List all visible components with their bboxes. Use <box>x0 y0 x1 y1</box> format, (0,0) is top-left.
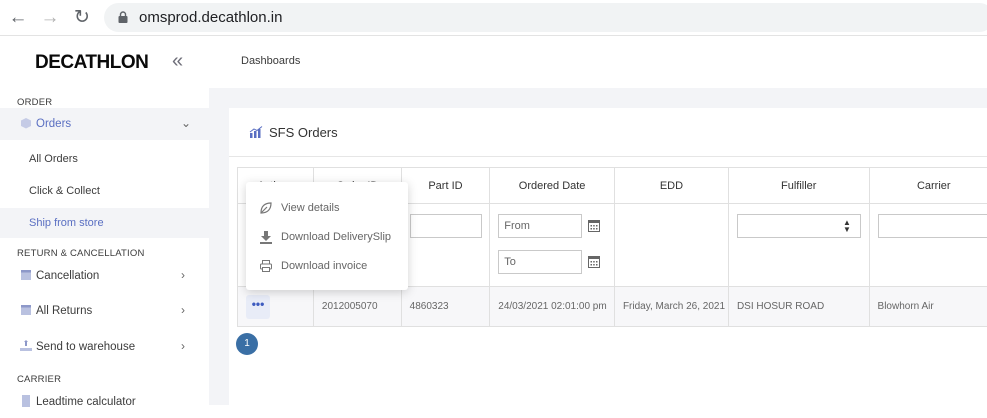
sidebar-item-label: Cancellation <box>36 270 99 282</box>
fulfiller-cell: DSI HOSUR ROAD <box>728 287 869 327</box>
collapse-sidebar-icon[interactable]: « <box>172 50 183 73</box>
table-row: ••• 2012005070 4860323 24/03/2021 02:01:… <box>238 287 987 327</box>
box-icon <box>20 117 32 129</box>
section-label-carrier: CARRIER <box>17 374 61 385</box>
top-header: Dashboards <box>209 36 987 88</box>
decathlon-logo[interactable]: DECATHLON <box>35 52 148 74</box>
col-header-edd[interactable]: EDD <box>614 168 728 204</box>
menu-item-download-invoice[interactable]: Download invoice <box>246 252 408 280</box>
download-icon <box>259 230 273 244</box>
ordered-date-cell: 24/03/2021 02:01:00 pm <box>490 287 615 327</box>
sidebar-item-label: Send to warehouse <box>36 341 135 353</box>
sidebar-item-all-returns[interactable]: All Returns › <box>0 295 209 327</box>
section-label-order: ORDER <box>17 97 52 108</box>
order-id-cell: 2012005070 <box>313 287 401 327</box>
edd-cell: Friday, March 26, 2021 <box>614 287 728 327</box>
chevron-down-icon: ⌄ <box>181 116 191 130</box>
sidebar: DECATHLON « ORDER Orders ⌄ All Orders Cl… <box>0 36 209 405</box>
chevron-right-icon: › <box>181 339 185 353</box>
sidebar-subitem-label: Click & Collect <box>29 185 100 197</box>
row-actions-button[interactable]: ••• <box>246 295 270 319</box>
row-actions-menu: View details Download DeliverySlip Downl… <box>246 182 408 290</box>
forward-icon[interactable]: → <box>40 8 60 28</box>
page-1-button[interactable]: 1 <box>236 333 258 355</box>
breadcrumb[interactable]: Dashboards <box>241 55 300 67</box>
col-header-part-id[interactable]: Part ID <box>401 168 490 204</box>
card-title: SFS Orders <box>249 125 338 140</box>
col-header-ordered-date[interactable]: Ordered Date <box>490 168 615 204</box>
warehouse-icon <box>20 340 32 352</box>
date-from-input[interactable]: From <box>498 214 582 238</box>
sidebar-item-orders[interactable]: Orders ⌄ <box>0 108 209 140</box>
sidebar-item-label: Leadtime calculator <box>36 396 136 408</box>
filter-cell <box>614 204 728 287</box>
carrier-filter-input[interactable] <box>878 214 987 238</box>
list-icon <box>20 269 32 281</box>
actions-cell: ••• <box>238 287 314 327</box>
leaf-icon <box>259 201 273 215</box>
divider <box>229 156 987 157</box>
url-text: omsprod.decathlon.in <box>139 9 282 26</box>
part-id-cell: 4860323 <box>401 287 490 327</box>
filter-cell <box>401 204 490 287</box>
part-id-filter-input[interactable] <box>410 214 482 238</box>
calculator-icon <box>20 395 32 407</box>
back-icon[interactable]: ← <box>8 8 28 28</box>
section-label-return: RETURN & CANCELLATION <box>17 248 145 259</box>
sidebar-subitem-ship-from-store[interactable]: Ship from store <box>0 208 209 238</box>
menu-item-label: Download DeliverySlip <box>281 231 391 243</box>
sidebar-subitem-all-orders[interactable]: All Orders <box>0 144 209 174</box>
filter-cell <box>869 204 987 287</box>
printer-icon <box>259 259 273 273</box>
sidebar-item-leadtime[interactable]: Leadtime calculator <box>0 386 209 418</box>
card-title-text: SFS Orders <box>269 125 338 140</box>
fulfiller-select[interactable]: ▲▼ <box>737 214 861 238</box>
filter-cell: ▲▼ <box>728 204 869 287</box>
sidebar-item-label: Orders <box>36 118 71 130</box>
browser-toolbar: ← → ↻ omsprod.decathlon.in <box>0 0 987 36</box>
col-header-fulfiller[interactable]: Fulfiller <box>728 168 869 204</box>
date-to-input[interactable]: To <box>498 250 582 274</box>
address-bar[interactable]: omsprod.decathlon.in <box>104 3 987 32</box>
sidebar-subitem-label: Ship from store <box>29 217 104 229</box>
chevron-right-icon: › <box>181 303 185 317</box>
lock-icon <box>118 11 128 23</box>
menu-item-view-details[interactable]: View details <box>246 194 408 222</box>
sidebar-item-label: All Returns <box>36 305 92 317</box>
carrier-cell: Blowhorn Air <box>869 287 987 327</box>
sidebar-subitem-click-collect[interactable]: Click & Collect <box>0 176 209 206</box>
select-arrows-icon: ▲▼ <box>843 219 851 233</box>
calendar-icon[interactable] <box>588 255 600 268</box>
menu-item-download-deliveryslip[interactable]: Download DeliverySlip <box>246 223 408 251</box>
calendar-icon[interactable] <box>588 219 600 232</box>
col-header-carrier[interactable]: Carrier <box>869 168 987 204</box>
sidebar-item-cancellation[interactable]: Cancellation › <box>0 260 209 292</box>
sidebar-subitem-label: All Orders <box>29 153 78 165</box>
reload-icon[interactable]: ↻ <box>72 8 92 28</box>
date-from-wrap: From <box>498 214 608 238</box>
chevron-right-icon: › <box>181 268 185 282</box>
menu-item-label: View details <box>281 202 340 214</box>
menu-item-label: Download invoice <box>281 260 367 272</box>
date-to-wrap: To <box>498 250 608 274</box>
list-icon <box>20 304 32 316</box>
filter-cell: From To <box>490 204 615 287</box>
sidebar-item-send-to-warehouse[interactable]: Send to warehouse › <box>0 331 209 363</box>
chart-icon <box>249 126 263 138</box>
